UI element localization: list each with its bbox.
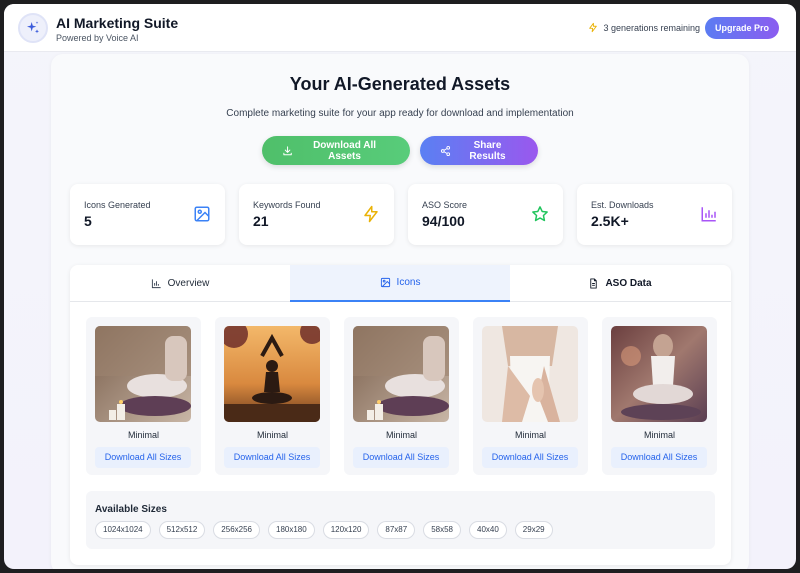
- size-chip: 1024x1024: [95, 521, 151, 539]
- size-chip: 58x58: [423, 521, 461, 539]
- top-bar: AI Marketing Suite Powered by Voice AI 3…: [4, 4, 796, 52]
- icon-card: Minimal Download All Sizes: [86, 317, 201, 475]
- tab-label: Overview: [167, 278, 210, 289]
- generations-remaining: 3 generations remaining: [588, 22, 700, 33]
- assets-panel: Overview Icons ASO Data Minimal Download…: [70, 265, 731, 565]
- download-icon: [283, 145, 292, 155]
- generations-remaining-text: 3 generations remaining: [603, 22, 700, 33]
- page-subtitle: Complete marketing suite for your app re…: [226, 108, 574, 119]
- stat-label: Icons Generated: [84, 200, 151, 210]
- share-results-button[interactable]: Share Results: [420, 136, 538, 165]
- document-icon: [590, 278, 598, 289]
- icon-style-label: Minimal: [643, 430, 675, 440]
- icon-style-label: Minimal: [127, 430, 159, 440]
- tab-overview[interactable]: Overview: [70, 265, 290, 302]
- icon-preview-image[interactable]: [224, 326, 320, 422]
- icon-card: Minimal Download All Sizes: [473, 317, 588, 475]
- share-icon: [440, 145, 451, 156]
- size-chip: 87x87: [377, 521, 416, 539]
- size-chip: 120x120: [322, 521, 370, 539]
- icon-preview-image[interactable]: [611, 326, 707, 422]
- download-all-sizes-button[interactable]: Download All Sizes: [482, 447, 578, 468]
- size-chip: 512x512: [158, 521, 206, 539]
- share-results-label: Share Results: [469, 139, 506, 162]
- stat-card-est-downloads: Est. Downloads 2.5K+: [577, 184, 732, 245]
- download-all-assets-label: Download All Assets: [313, 139, 377, 162]
- action-buttons: Download All Assets Share Results: [51, 136, 749, 165]
- icon-style-label: Minimal: [256, 430, 288, 440]
- icon-card: Minimal Download All Sizes: [344, 317, 459, 475]
- stat-value: 5: [84, 213, 92, 229]
- star-icon: [532, 206, 548, 222]
- tab-bar: Overview Icons ASO Data: [70, 265, 731, 302]
- icon-preview-image[interactable]: [353, 326, 449, 422]
- download-all-sizes-button[interactable]: Download All Sizes: [353, 447, 449, 468]
- icon-style-label: Minimal: [385, 430, 417, 440]
- size-chip: 256x256: [213, 521, 260, 539]
- tab-aso-data[interactable]: ASO Data: [510, 265, 730, 302]
- icon-preview-image[interactable]: [482, 326, 578, 422]
- lightning-icon: [589, 22, 598, 33]
- sparkles-icon: [18, 13, 48, 43]
- download-all-sizes-button[interactable]: Download All Sizes: [95, 447, 191, 468]
- tab-label: ASO Data: [605, 278, 652, 289]
- image-icon: [380, 277, 390, 288]
- size-chip-list: 1024x1024 512x512 256x256 180x180 120x12…: [95, 521, 553, 539]
- upgrade-pro-button[interactable]: Upgrade Pro: [704, 17, 779, 39]
- bar-chart-icon: [701, 207, 716, 222]
- stat-label: Keywords Found: [253, 200, 321, 210]
- tab-icons[interactable]: Icons: [290, 265, 510, 302]
- download-all-assets-button[interactable]: Download All Assets: [262, 136, 410, 165]
- stat-label: ASO Score: [422, 200, 468, 210]
- image-icon: [194, 206, 210, 222]
- app-window: AI Marketing Suite Powered by Voice AI 3…: [4, 4, 796, 569]
- stats-row: Icons Generated 5 Keywords Found 21 ASO …: [70, 184, 732, 245]
- main-card: Your AI-Generated Assets Complete market…: [51, 54, 749, 569]
- stat-value: 2.5K+: [591, 213, 629, 229]
- available-sizes-title: Available Sizes: [95, 504, 167, 515]
- icon-card: Minimal Download All Sizes: [602, 317, 717, 475]
- stat-value: 21: [253, 213, 269, 229]
- stat-card-icons-generated: Icons Generated 5: [70, 184, 225, 245]
- icons-grid: Minimal Download All Sizes Minimal Downl…: [86, 317, 717, 475]
- icon-style-label: Minimal: [514, 430, 546, 440]
- size-chip: 29x29: [514, 521, 553, 539]
- app-title: AI Marketing Suite: [56, 15, 179, 31]
- bar-chart-icon: [151, 279, 161, 289]
- download-all-sizes-button[interactable]: Download All Sizes: [611, 447, 707, 468]
- available-sizes-section: Available Sizes 1024x1024 512x512 256x25…: [86, 491, 715, 549]
- tab-label: Icons: [396, 277, 421, 288]
- page-title: Your AI-Generated Assets: [289, 74, 511, 94]
- lightning-icon: [364, 205, 378, 223]
- icon-card: Minimal Download All Sizes: [215, 317, 330, 475]
- size-chip: 40x40: [469, 521, 507, 539]
- stat-value: 94/100: [422, 213, 465, 229]
- stat-card-aso-score: ASO Score 94/100: [408, 184, 563, 245]
- stat-label: Est. Downloads: [591, 200, 654, 210]
- app-subtitle: Powered by Voice AI: [56, 33, 139, 43]
- icon-preview-image[interactable]: [95, 326, 191, 422]
- size-chip: 180x180: [268, 521, 315, 539]
- stat-card-keywords-found: Keywords Found 21: [239, 184, 394, 245]
- download-all-sizes-button[interactable]: Download All Sizes: [224, 447, 320, 468]
